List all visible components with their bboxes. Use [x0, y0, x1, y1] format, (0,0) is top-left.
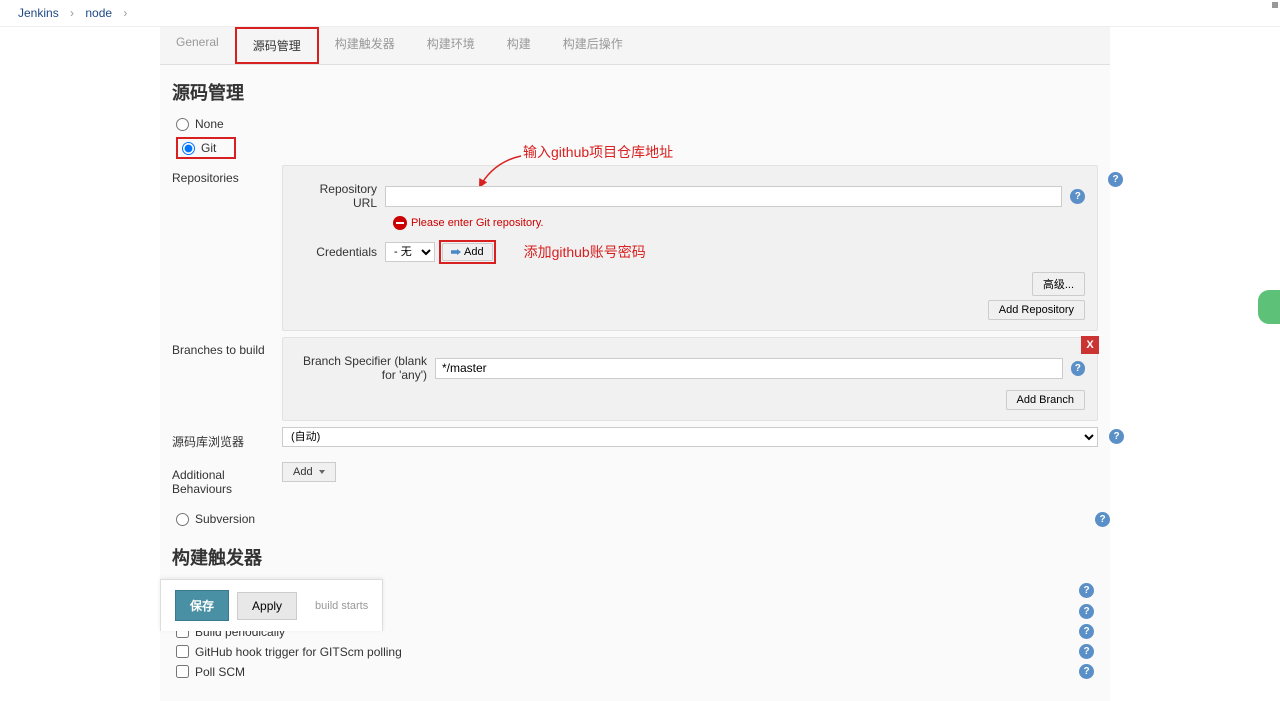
add-repository-button[interactable]: Add Repository — [988, 300, 1085, 320]
delete-branch-button[interactable]: X — [1081, 336, 1099, 354]
tab-post[interactable]: 构建后操作 — [547, 27, 639, 64]
behaviours-add-dropdown[interactable]: Add — [282, 462, 336, 482]
help-icon[interactable]: ? — [1079, 624, 1094, 639]
browser-label: 源码库浏览器 — [172, 427, 282, 456]
tab-triggers[interactable]: 构建触发器 — [319, 27, 411, 64]
bottom-bar: 保存 Apply build starts — [160, 579, 383, 631]
trigger-github-hook-checkbox[interactable] — [176, 645, 189, 658]
breadcrumb-node[interactable]: node — [85, 6, 112, 20]
add-branch-button[interactable]: Add Branch — [1006, 390, 1085, 410]
tab-scm[interactable]: 源码管理 — [235, 27, 319, 64]
help-icon[interactable]: ? — [1079, 644, 1094, 659]
trigger-poll-scm-label: Poll SCM — [195, 665, 245, 679]
behaviours-label: Additional Behaviours — [172, 462, 282, 502]
help-icon[interactable]: ? — [1079, 664, 1094, 679]
breadcrumb-root[interactable]: Jenkins — [18, 6, 59, 20]
help-icon[interactable]: ? — [1095, 512, 1110, 527]
section-title-triggers: 构建触发器 — [172, 544, 1098, 570]
save-button[interactable]: 保存 — [175, 590, 229, 621]
float-badge[interactable] — [1258, 290, 1280, 324]
trigger-github-hook-label: GitHub hook trigger for GITScm polling — [195, 645, 402, 659]
branches-label: Branches to build — [172, 337, 282, 421]
radio-subversion[interactable] — [176, 513, 189, 526]
radio-none-label: None — [195, 117, 224, 131]
radio-subversion-label: Subversion — [195, 512, 255, 526]
branch-specifier-label: Branch Specifier (blank for 'any') — [295, 354, 435, 382]
repo-error-text: Please enter Git repository. — [411, 217, 543, 229]
caret-down-icon — [319, 470, 325, 474]
repo-url-label: Repository URL — [295, 182, 385, 210]
apply-button[interactable]: Apply — [237, 592, 297, 620]
help-icon[interactable]: ? — [1079, 604, 1094, 619]
scroll-indicator — [1272, 2, 1278, 8]
branch-specifier-input[interactable] — [435, 358, 1063, 379]
credentials-select[interactable]: - 无 - — [385, 242, 435, 262]
section-title-scm: 源码管理 — [172, 79, 1098, 105]
tabs: General 源码管理 构建触发器 构建环境 构建 构建后操作 — [160, 27, 1110, 65]
radio-none[interactable] — [176, 118, 189, 131]
help-icon[interactable]: ? — [1079, 583, 1094, 598]
help-icon[interactable]: ? — [1071, 361, 1085, 376]
add-credentials-button[interactable]: Add — [442, 243, 493, 261]
breadcrumb-sep-icon: › — [70, 6, 74, 20]
radio-git-label: Git — [201, 141, 216, 155]
breadcrumb: Jenkins › node › — [0, 0, 1280, 27]
browser-select[interactable]: (自动) — [282, 427, 1098, 447]
annotation-add-cred: 添加github账号密码 — [524, 242, 646, 262]
trigger-poll-scm-checkbox[interactable] — [176, 665, 189, 678]
help-icon[interactable]: ? — [1108, 172, 1123, 187]
credentials-label: Credentials — [295, 245, 385, 259]
advanced-button[interactable]: 高级... — [1032, 272, 1085, 296]
tab-build[interactable]: 构建 — [491, 27, 547, 64]
footer-extra: build starts — [315, 600, 368, 612]
help-icon[interactable]: ? — [1109, 429, 1124, 444]
error-icon — [393, 216, 407, 230]
help-icon[interactable]: ? — [1070, 189, 1085, 204]
breadcrumb-sep-icon: › — [123, 6, 127, 20]
repositories-label: Repositories — [172, 165, 282, 331]
radio-git[interactable] — [182, 142, 195, 155]
key-icon — [451, 249, 461, 255]
repo-url-input[interactable] — [385, 186, 1062, 207]
tab-general[interactable]: General — [160, 27, 235, 64]
tab-env[interactable]: 构建环境 — [411, 27, 491, 64]
